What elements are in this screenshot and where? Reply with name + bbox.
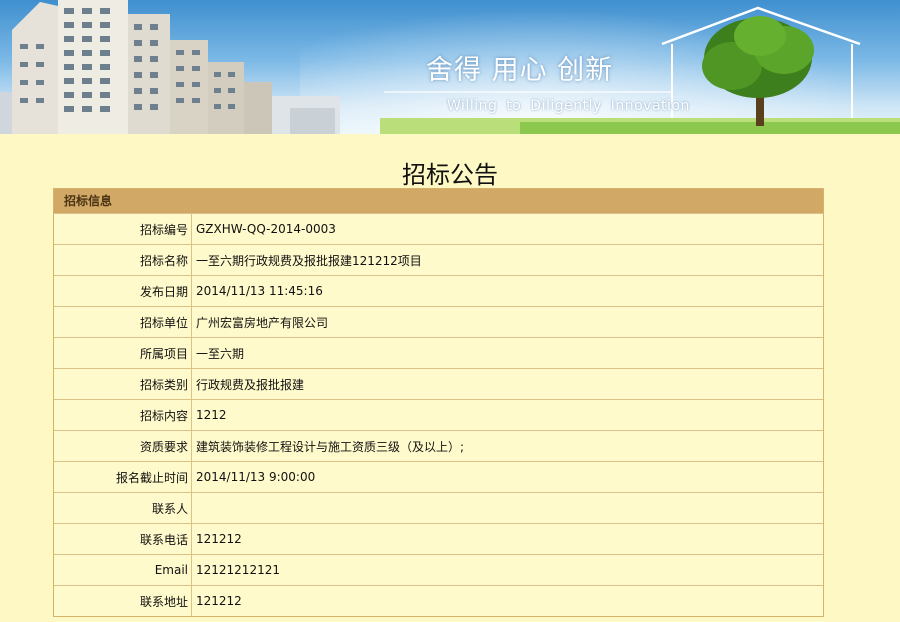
tender-info-panel: 招标信息 招标编号 GZXHW-QQ-2014-0003 招标名称 一至六期行政规费及…: [53, 188, 824, 617]
field-label: 联系地址: [54, 585, 192, 616]
field-value: 广州宏富房地产有限公司: [191, 306, 823, 338]
field-label: 资质要求: [54, 430, 192, 462]
header-banner: 舍得 用心 创新 Willing to Diligently Innovatio…: [0, 0, 900, 134]
field-value: 2014/11/13 9:00:00: [191, 461, 823, 493]
table-row: 招标编号 GZXHW-QQ-2014-0003: [54, 213, 823, 245]
field-label: 联系电话: [54, 523, 192, 555]
table-row: 招标类别 行政规费及报批报建: [54, 368, 823, 400]
table-row: 报名截止时间 2014/11/13 9:00:00: [54, 461, 823, 493]
field-label: 招标单位: [54, 306, 192, 338]
field-value: 2014/11/13 11:45:16: [191, 275, 823, 307]
field-label: 所属项目: [54, 337, 192, 369]
table-row: 联系人: [54, 492, 823, 524]
panel-header: 招标信息: [54, 189, 823, 213]
field-label: 报名截止时间: [54, 461, 192, 493]
field-value: 一至六期行政规费及报批报建121212项目: [191, 244, 823, 276]
field-value: [191, 492, 823, 524]
field-value: GZXHW-QQ-2014-0003: [191, 213, 823, 245]
field-value: 一至六期: [191, 337, 823, 369]
table-row: Email 12121212121: [54, 554, 823, 586]
field-value: 121212: [191, 523, 823, 555]
field-label: 发布日期: [54, 275, 192, 307]
field-value: 121212: [191, 585, 823, 616]
field-value: 建筑装饰装修工程设计与施工资质三级（及以上）;: [191, 430, 823, 462]
banner-slogan-english: Willing to Diligently Innovation: [447, 98, 690, 114]
table-row: 所属项目 一至六期: [54, 337, 823, 369]
table-row: 招标名称 一至六期行政规费及报批报建121212项目: [54, 244, 823, 276]
table-row: 招标内容 1212: [54, 399, 823, 431]
table-row: 联系电话 121212: [54, 523, 823, 555]
field-value: 1212: [191, 399, 823, 431]
page-title: 招标公告: [402, 161, 498, 189]
field-label: 招标类别: [54, 368, 192, 400]
table-row: 联系地址 121212: [54, 585, 823, 616]
field-label: Email: [54, 554, 192, 586]
field-label: 联系人: [54, 492, 192, 524]
tender-info-table: 招标编号 GZXHW-QQ-2014-0003 招标名称 一至六期行政规费及报批报建1…: [54, 213, 823, 616]
table-row: 资质要求 建筑装饰装修工程设计与施工资质三级（及以上）;: [54, 430, 823, 462]
field-value: 12121212121: [191, 554, 823, 586]
field-label: 招标编号: [54, 213, 192, 245]
table-row: 发布日期 2014/11/13 11:45:16: [54, 275, 823, 307]
field-value: 行政规费及报批报建: [191, 368, 823, 400]
field-label: 招标名称: [54, 244, 192, 276]
field-label: 招标内容: [54, 399, 192, 431]
table-row: 招标单位 广州宏富房地产有限公司: [54, 306, 823, 338]
banner-slogan-chinese: 舍得 用心 创新: [426, 55, 614, 86]
